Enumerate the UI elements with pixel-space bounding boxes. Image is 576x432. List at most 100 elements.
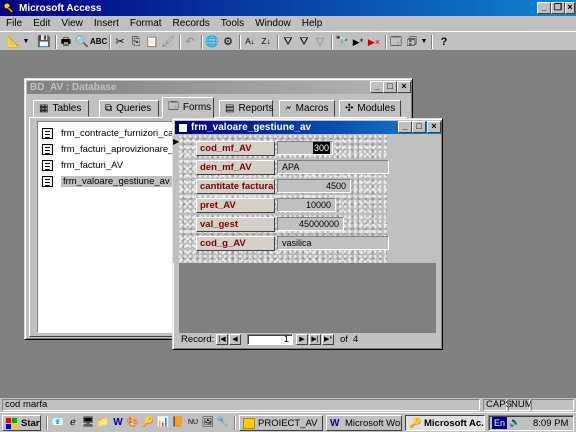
field-label: cantitate factura A	[196, 179, 275, 194]
design-view-icon[interactable]: 📐	[6, 34, 22, 50]
clock[interactable]: 8:09 PM	[533, 418, 568, 429]
tab-reports[interactable]: ▤ Reports	[219, 100, 273, 117]
apply-filter-icon[interactable]: ▽	[312, 34, 328, 50]
app-close-button[interactable]: ×	[565, 2, 575, 14]
find-icon[interactable]: 🔭	[334, 34, 350, 50]
windows-logo-icon	[6, 417, 18, 429]
cantitate-factura-field[interactable]: 4500	[277, 179, 351, 193]
new-object-icon[interactable]: 🗊	[404, 34, 420, 50]
form-window-title-bar[interactable]: frm_valoare_gestiune_av _ □ ×	[175, 121, 442, 134]
tab-label: Forms	[182, 102, 212, 113]
database-window-title-bar[interactable]: BD_AV : Database _ □ ×	[27, 81, 411, 94]
delete-record-icon[interactable]: ▶×	[366, 34, 382, 50]
task-proiect-av[interactable]: PROIECT_AV	[239, 415, 323, 431]
format-painter-icon[interactable]: 🖌	[160, 34, 176, 50]
paste-icon[interactable]: 📋	[144, 34, 160, 50]
tab-modules[interactable]: ✣ Modules	[339, 100, 401, 117]
report-icon: ▤	[225, 103, 235, 114]
save-icon[interactable]: 💾	[36, 34, 52, 50]
tab-label: Reports	[238, 103, 274, 114]
quicklaunch-ppt-icon[interactable]: 📙	[171, 416, 185, 430]
quicklaunch-desktop-icon[interactable]: 🖥	[81, 416, 95, 430]
database-window-icon[interactable]: 🗔	[388, 34, 404, 50]
list-item-label: frm_facturi_aprovizionare_AV	[61, 143, 186, 155]
web-toolbar-icon[interactable]: ⚙	[220, 34, 236, 50]
start-button[interactable]: Start	[2, 415, 41, 431]
form-detail-section: cod_mf_AV 300 den_mf_AV APA cantitate fa…	[179, 135, 389, 263]
sort-descending-icon[interactable]: Z↓	[258, 34, 274, 50]
form-icon: 🗔	[168, 101, 179, 112]
new-object-dropdown-icon[interactable]: ▼	[420, 34, 428, 50]
menu-insert[interactable]: Insert	[88, 18, 124, 29]
cod-mf-av-field[interactable]: 300	[277, 141, 333, 155]
task-word[interactable]: W Microsoft Word ...	[326, 415, 402, 431]
app-title: Microsoft Access	[19, 2, 102, 14]
app-minimize-button[interactable]: _	[537, 2, 551, 14]
filter-by-form-icon[interactable]: ⛛	[296, 34, 312, 50]
menu-file[interactable]: File	[0, 18, 27, 29]
filter-by-selection-icon[interactable]: ⛛	[280, 34, 296, 50]
spelling-icon[interactable]: ABC	[90, 34, 107, 50]
menu-edit[interactable]: Edit	[27, 18, 55, 29]
tab-tables[interactable]: ▦ Tables	[33, 100, 89, 117]
field-label: cod_mf_AV	[196, 141, 275, 156]
task-access[interactable]: 🔑 Microsoft Ac...	[405, 415, 485, 431]
task-label: Microsoft Word ...	[345, 417, 401, 429]
first-record-button[interactable]: |◀	[216, 334, 228, 345]
list-item-selected[interactable]: frm_valoare_gestiune_av	[42, 174, 172, 188]
quicklaunch-photo-icon[interactable]: 🖼	[201, 416, 215, 430]
new-record-icon[interactable]: ▶*	[350, 34, 366, 50]
quicklaunch-app-icon[interactable]: 🎨	[126, 416, 140, 430]
db-maximize-button[interactable]: □	[383, 81, 397, 93]
next-record-button[interactable]: ▶	[296, 334, 308, 345]
record-number-input[interactable]: 1	[247, 334, 293, 345]
tab-macros[interactable]: 🗲 Macros	[279, 100, 335, 117]
quicklaunch-outlook-icon[interactable]: 📧	[51, 416, 65, 430]
db-close-button[interactable]: ×	[397, 81, 411, 93]
cut-icon[interactable]: ✂	[112, 34, 128, 50]
menu-tools[interactable]: Tools	[215, 18, 249, 29]
cod-g-av-field[interactable]: vasilica	[277, 236, 389, 250]
quicklaunch-word-icon[interactable]: W	[111, 416, 125, 430]
help-icon[interactable]: ?	[436, 34, 452, 50]
quicklaunch-ie-icon[interactable]: ℯ	[66, 416, 80, 430]
volume-icon[interactable]: 🔈	[509, 417, 520, 428]
language-indicator[interactable]: En	[492, 417, 508, 429]
app-title-bar[interactable]: Microsoft Access _ ❐ ×	[0, 0, 576, 16]
form-minimize-button[interactable]: _	[398, 121, 412, 133]
pret-av-field[interactable]: 10000	[277, 198, 336, 212]
insert-hyperlink-icon[interactable]: 🌐	[204, 34, 220, 50]
menu-format[interactable]: Format	[124, 18, 167, 29]
val-gest-field[interactable]: 45000000	[277, 217, 344, 231]
db-minimize-button[interactable]: _	[370, 81, 384, 93]
app-restore-button[interactable]: ❐	[551, 2, 565, 14]
sort-ascending-icon[interactable]: A↓	[242, 34, 258, 50]
menu-help[interactable]: Help	[296, 18, 328, 29]
list-item[interactable]: frm_facturi_AV	[42, 158, 123, 172]
new-record-button[interactable]: ▶*	[322, 334, 334, 345]
quicklaunch-access-icon[interactable]: 🔑	[141, 416, 155, 430]
view-dropdown-icon[interactable]: ▼	[22, 34, 30, 50]
quicklaunch-excel-icon[interactable]: 📊	[156, 416, 170, 430]
quicklaunch-explorer-icon[interactable]: 📁	[96, 416, 110, 430]
menu-records[interactable]: Records	[167, 18, 215, 29]
tab-queries[interactable]: ⧉ Queries	[99, 100, 159, 117]
den-mf-av-field[interactable]: APA	[277, 160, 389, 174]
last-record-button[interactable]: ▶|	[309, 334, 321, 345]
record-label: Record:	[181, 334, 215, 345]
menu-window[interactable]: Window	[249, 18, 296, 29]
undo-icon[interactable]: ↶	[182, 34, 198, 50]
list-item[interactable]: frm_facturi_aprovizionare_AV	[42, 142, 185, 156]
print-icon[interactable]: 🖶	[58, 34, 74, 50]
print-preview-icon[interactable]: 🔍	[74, 34, 90, 50]
quicklaunch-app2-icon[interactable]: 🔧	[216, 416, 230, 430]
previous-record-button[interactable]: ◀	[229, 334, 241, 345]
tab-forms[interactable]: 🗔 Forms	[162, 97, 214, 118]
menu-view[interactable]: View	[55, 18, 88, 29]
form-close-button[interactable]: ×	[427, 121, 441, 133]
form-maximize-button[interactable]: □	[412, 121, 426, 133]
table-icon: ▦	[39, 103, 49, 114]
quicklaunch-nu-icon[interactable]: NU	[186, 416, 200, 430]
access-key-icon	[3, 2, 15, 14]
copy-icon[interactable]: ⎘	[128, 34, 144, 50]
